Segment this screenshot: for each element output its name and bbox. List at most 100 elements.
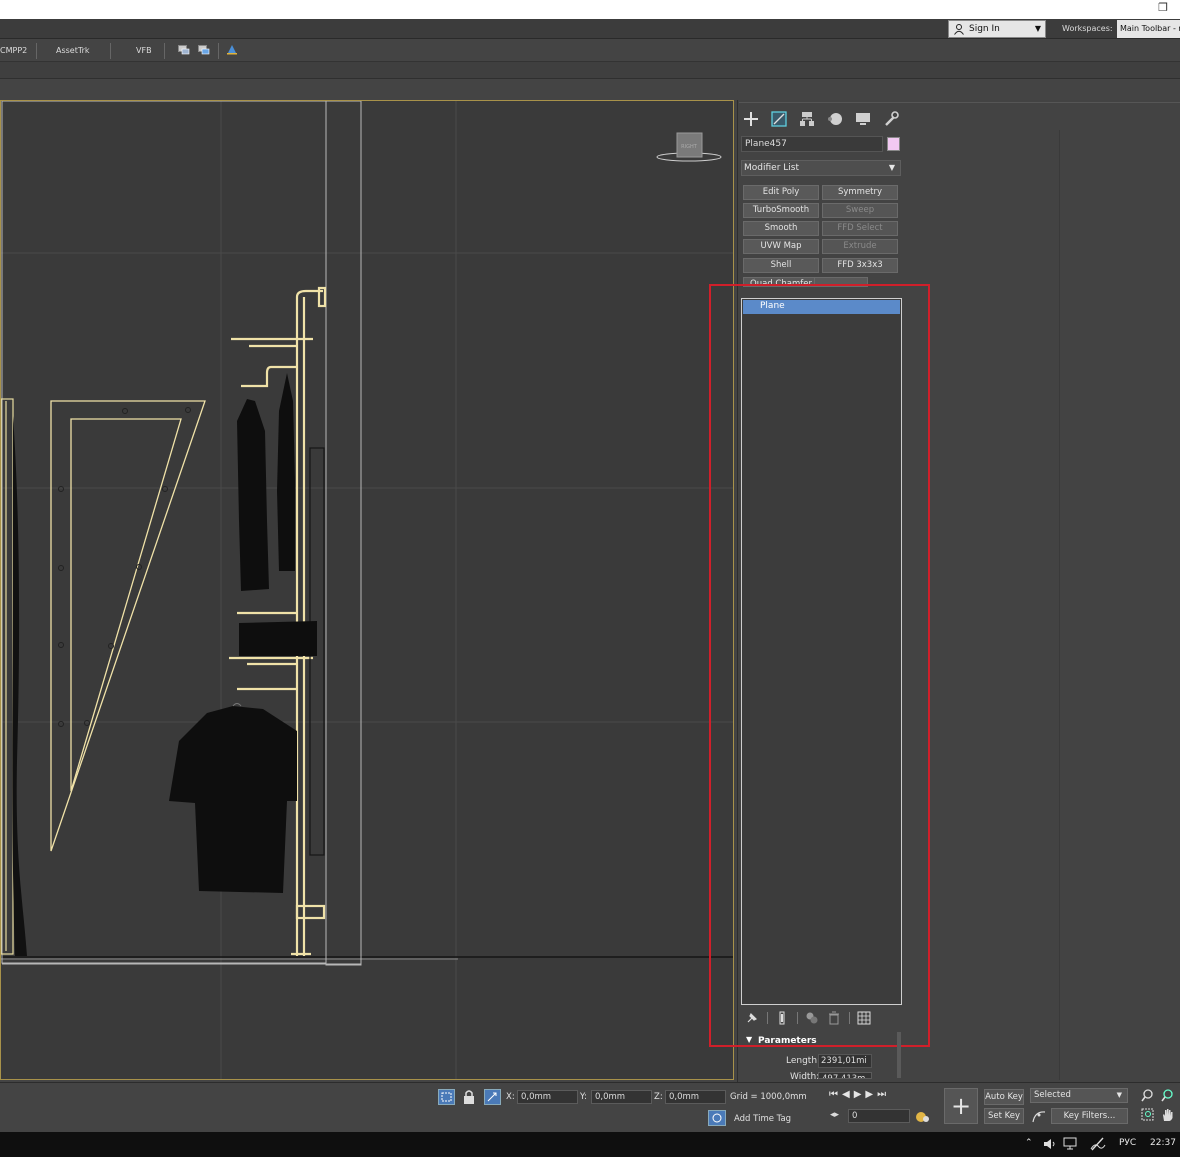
modifier-button-ffd-3x3x3[interactable]: FFD 3x3x3 (822, 258, 898, 273)
modifier-button-sweep[interactable]: Sweep (822, 203, 898, 218)
play-icon[interactable]: ▶ (854, 1089, 866, 1100)
time-configuration-icon[interactable] (915, 1109, 930, 1124)
viewport-right[interactable]: RIGHT (0, 100, 734, 1080)
pen-input-icon[interactable] (1089, 1136, 1107, 1152)
panel-divider (739, 102, 1180, 103)
key-tangent-icon[interactable] (1031, 1109, 1047, 1124)
chevron-down-icon: ▼ (1034, 24, 1041, 33)
toolbar-divider (36, 43, 37, 59)
parameters-rollout-header[interactable]: ▼ Parameters (743, 1034, 897, 1048)
toolbar-divider (164, 43, 165, 59)
panel-divider (1059, 130, 1060, 1080)
modifier-list-label: Modifier List (744, 163, 799, 173)
render-settings-icon[interactable] (198, 44, 210, 55)
current-frame-field[interactable]: 0 (848, 1109, 910, 1123)
y-coordinate-field[interactable]: 0,0mm (591, 1090, 652, 1104)
width-spinner[interactable]: 497,413m (818, 1072, 872, 1079)
zoom-region-icon[interactable] (1141, 1108, 1154, 1121)
x-coordinate-field[interactable]: 0,0mm (517, 1090, 578, 1104)
sign-in-label: Sign In (969, 24, 1000, 34)
modifier-button-shell[interactable]: Shell (743, 258, 819, 273)
user-icon (954, 24, 964, 35)
utilities-tab-icon[interactable] (882, 110, 900, 128)
network-icon[interactable] (1063, 1137, 1077, 1150)
set-key-button[interactable]: Set Key (984, 1108, 1024, 1124)
x-label: X: (506, 1092, 515, 1102)
pan-hand-icon[interactable] (1161, 1108, 1174, 1122)
create-tab-icon[interactable] (742, 110, 760, 128)
toolbar-divider (797, 1012, 798, 1024)
next-frame-icon[interactable]: ▶ (865, 1089, 877, 1100)
width-label: Width: (790, 1072, 820, 1079)
toolbar-divider (110, 43, 111, 59)
previous-frame-icon[interactable]: ◀ (842, 1089, 854, 1100)
time-tag-icon[interactable] (708, 1110, 726, 1126)
tray-expand-icon[interactable]: ⌃ (1025, 1138, 1033, 1148)
pin-stack-icon[interactable] (745, 1011, 759, 1025)
parameters-title: Parameters (758, 1036, 817, 1046)
modify-tab-icon[interactable] (770, 110, 788, 128)
vfb-button[interactable]: VFB (136, 46, 152, 55)
selection-set-value: Selected (1034, 1090, 1071, 1100)
object-name-field[interactable]: Plane457 (741, 136, 883, 152)
modifier-button-ffd-select[interactable]: FFD Select (822, 221, 898, 236)
selection-lock-icon[interactable] (438, 1089, 455, 1105)
toolbar-divider (849, 1012, 850, 1024)
selection-set-dropdown[interactable]: Selected ▼ (1030, 1088, 1128, 1103)
z-label: Z: (654, 1092, 663, 1102)
zoom-all-icon[interactable] (1161, 1089, 1174, 1102)
make-unique-icon[interactable] (805, 1011, 819, 1025)
auto-key-button[interactable]: Auto Key (984, 1089, 1024, 1105)
assettrk-button[interactable]: AssetTrk (56, 46, 90, 55)
modifier-button-extrude[interactable]: Extrude (822, 239, 898, 254)
length-spinner[interactable]: 2391,01mi (818, 1054, 872, 1068)
modifier-button-turbosmooth[interactable]: TurboSmooth (743, 203, 819, 218)
configure-modifier-sets-icon[interactable] (857, 1011, 871, 1025)
modifier-button-uvw-map[interactable]: UVW Map (743, 239, 819, 254)
z-coordinate-field[interactable]: 0,0mm (665, 1090, 726, 1104)
panel-scrollbar[interactable] (897, 1032, 901, 1078)
display-tab-icon[interactable] (854, 110, 872, 128)
viewport-canvas: RIGHT (1, 101, 733, 1079)
modifier-button-edit-poly[interactable]: Edit Poly (743, 185, 819, 200)
clock[interactable]: 22:37 (1150, 1138, 1176, 1148)
show-end-result-icon[interactable] (775, 1011, 789, 1025)
y-label: Y: (580, 1092, 587, 1102)
key-mode-toggle-icon[interactable]: ◂▸ (830, 1110, 839, 1120)
ribbon-strip (0, 62, 1180, 79)
go-to-end-icon[interactable]: ⏭ (877, 1089, 890, 1100)
go-to-start-icon[interactable]: ⏮ (829, 1089, 842, 1100)
viewcube-label: RIGHT (681, 144, 698, 150)
toolbar-divider (218, 43, 219, 59)
set-key-big-button[interactable]: + (944, 1088, 978, 1124)
restore-window-icon[interactable]: ❐ (1156, 2, 1170, 14)
object-color-swatch[interactable] (887, 137, 900, 151)
render-window-icon[interactable] (178, 44, 190, 55)
collapse-arrow-icon: ▼ (746, 1035, 753, 1044)
main-toolbar (0, 40, 1180, 62)
grid-size-label: Grid = 1000,0mm (730, 1092, 807, 1102)
modifier-list-dropdown[interactable]: Modifier List ▼ (741, 160, 901, 176)
remove-modifier-icon[interactable] (827, 1011, 841, 1025)
length-label: Length: (786, 1056, 821, 1066)
workspace-dropdown[interactable]: Main Toolbar - r (1117, 20, 1180, 38)
input-language[interactable]: РУС (1119, 1138, 1136, 1148)
add-time-tag-button[interactable]: Add Time Tag (734, 1114, 791, 1124)
os-taskbar (0, 1132, 1180, 1157)
sign-in-button[interactable]: Sign In ▼ (948, 20, 1046, 38)
lock-icon[interactable] (463, 1089, 475, 1105)
vray-icon[interactable] (226, 44, 238, 55)
workspaces-label: Workspaces: (1062, 24, 1113, 33)
absolute-mode-icon[interactable] (484, 1089, 501, 1105)
modifier-button-smooth[interactable]: Smooth (743, 221, 819, 236)
modifier-button-symmetry[interactable]: Symmetry (822, 185, 898, 200)
key-filters-button[interactable]: Key Filters... (1051, 1108, 1128, 1124)
chevron-down-icon: ▼ (1116, 1091, 1122, 1099)
motion-tab-icon[interactable] (826, 110, 844, 128)
chevron-down-icon: ▼ (888, 163, 895, 172)
hierarchy-tab-icon[interactable] (798, 110, 816, 128)
cmpp2-button[interactable]: CMPP2 (0, 46, 27, 55)
zoom-icon[interactable] (1141, 1089, 1154, 1102)
highlight-annotation (709, 284, 930, 1047)
volume-icon[interactable] (1043, 1138, 1057, 1150)
